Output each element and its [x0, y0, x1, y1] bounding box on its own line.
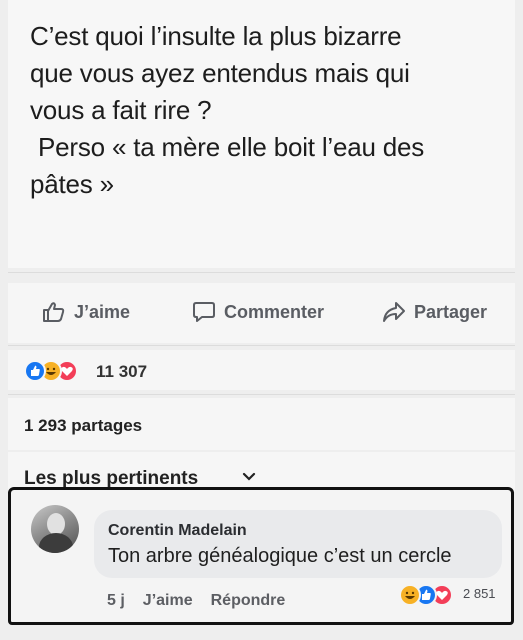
reaction-count: 11 307 [96, 362, 148, 381]
comment-reply-button[interactable]: Répondre [211, 592, 286, 610]
thumbs-up-icon [43, 302, 65, 322]
comment-reaction-icons[interactable] [399, 584, 461, 606]
comment-author[interactable]: Corentin Madelain [108, 522, 247, 540]
post-line: C’est quoi l’insulte la plus bizarre [30, 21, 402, 51]
haha-reaction-icon [399, 584, 421, 606]
post-text: C’est quoi l’insulte la plus bizarre que… [30, 18, 500, 203]
divider [8, 272, 515, 273]
post-line: vous a fait rire ? [30, 95, 212, 125]
share-button-label: Partager [414, 301, 488, 322]
post-card: C’est quoi l’insulte la plus bizarre que… [8, 0, 515, 268]
comment-bubble-icon [193, 302, 215, 322]
like-button[interactable]: J’aime [42, 301, 130, 323]
like-button-label: J’aime [74, 301, 131, 322]
comment-bubble: Corentin Madelain Ton arbre généalogique… [94, 510, 502, 578]
comment-time[interactable]: 5 j [107, 592, 125, 610]
post-line: pâtes » [30, 169, 114, 199]
comment-meta: 5 j J’aime Répondre [107, 592, 303, 610]
shares-row: 1 293 partages [8, 398, 515, 450]
shares-count[interactable]: 1 293 partages [24, 416, 142, 436]
chevron-down-icon[interactable] [242, 472, 256, 482]
comment-like-button[interactable]: J’aime [143, 592, 193, 610]
comment-button-label: Commenter [224, 301, 325, 322]
comment-reaction-count: 2 851 [463, 586, 496, 601]
reaction-icons [24, 360, 88, 382]
comment-button[interactable]: Commenter [192, 301, 324, 323]
divider [8, 345, 515, 346]
share-arrow-icon [383, 302, 405, 322]
post-line: Perso « ta mère elle boit l’eau des [38, 132, 425, 162]
comment-text: Ton arbre généalogique c’est un cercle [108, 545, 452, 567]
comment: Corentin Madelain Ton arbre généalogique… [8, 487, 514, 625]
post-actions-bar: J’aime Commenter Partager [8, 283, 515, 343]
avatar[interactable] [31, 505, 79, 553]
reactions-summary[interactable]: 11 307 [8, 350, 515, 390]
avatar-torso [39, 533, 73, 553]
like-reaction-icon [24, 360, 46, 382]
divider [8, 394, 515, 395]
comment-sort-row: Les plus pertinents [8, 452, 515, 492]
post-line: que vous ayez entendus mais qui [30, 58, 410, 88]
share-button[interactable]: Partager [382, 301, 487, 323]
avatar-face [47, 513, 65, 535]
